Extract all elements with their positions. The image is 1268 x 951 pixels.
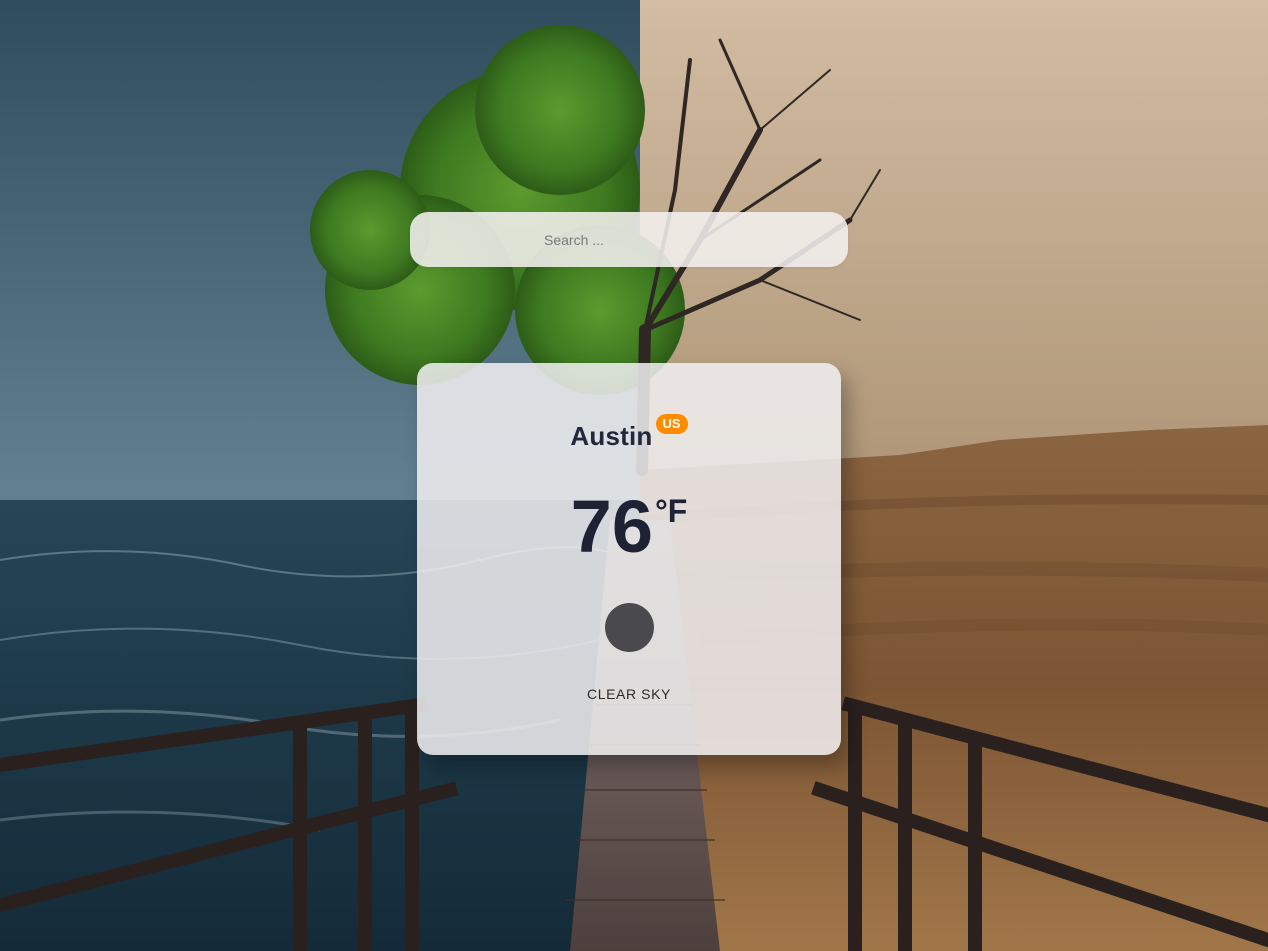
weather-card: Austin US 76°F CLEAR SKY bbox=[417, 363, 841, 755]
search-bar[interactable] bbox=[410, 212, 848, 267]
country-badge: US bbox=[655, 413, 688, 434]
search-input[interactable] bbox=[410, 212, 848, 267]
temperature-value: 76 bbox=[570, 485, 653, 568]
weather-condition-icon bbox=[605, 603, 654, 652]
weather-description: CLEAR SKY bbox=[587, 686, 671, 702]
temperature-unit: °F bbox=[654, 493, 688, 529]
temperature-row: 76°F bbox=[417, 487, 841, 567]
city-name: Austin bbox=[570, 421, 653, 451]
location-row: Austin US bbox=[417, 413, 841, 452]
